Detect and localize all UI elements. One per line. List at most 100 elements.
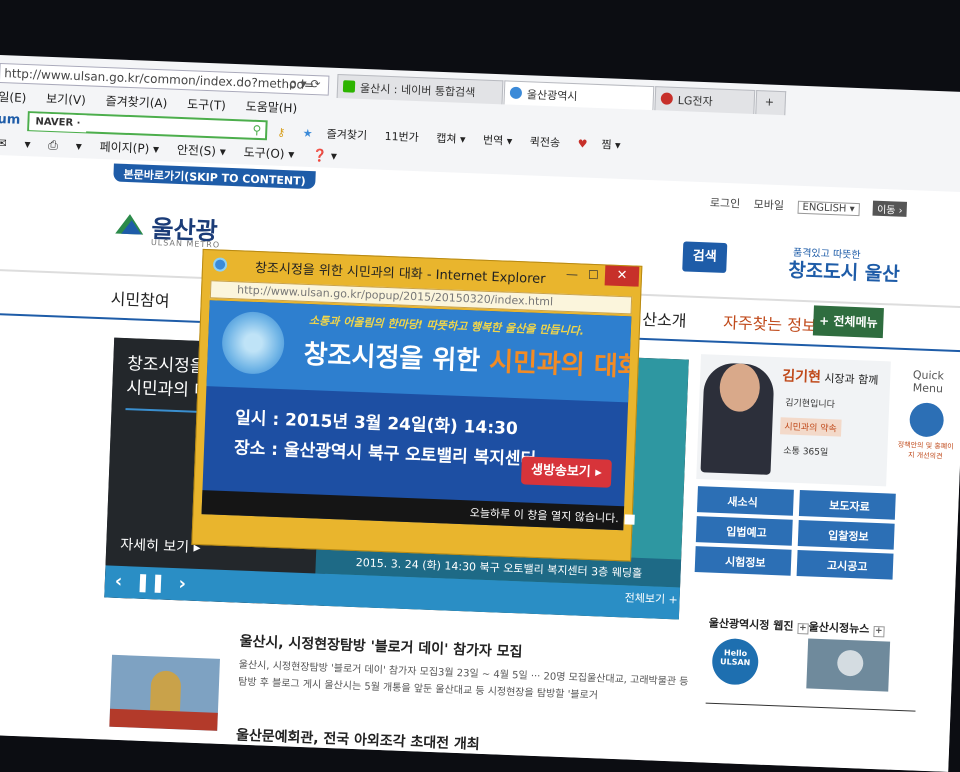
safety-menu[interactable]: 안전(S) ▾ bbox=[177, 143, 226, 159]
right-divider bbox=[705, 702, 916, 712]
language-go-button[interactable]: 이동 › bbox=[872, 200, 907, 217]
tb-11st[interactable]: 11번가 bbox=[384, 130, 419, 144]
mayor-face bbox=[718, 362, 761, 413]
tab-naver[interactable]: 울산시 : 네이버 통합검색 bbox=[336, 73, 504, 105]
tools-menu[interactable]: 도구(O) ▾ bbox=[243, 145, 294, 161]
popup-window[interactable]: 창조시정을 위한 시민과의 대화 - Internet Explorer — ☐… bbox=[191, 248, 643, 562]
search-icon[interactable]: ⚲ bbox=[252, 123, 261, 137]
mail-dropdown[interactable]: ▾ bbox=[24, 137, 31, 151]
megaphone-icon[interactable] bbox=[909, 402, 945, 438]
menu-help[interactable]: 도움말(H) bbox=[245, 99, 297, 115]
dont-show-checkbox[interactable] bbox=[624, 514, 635, 525]
quick-menu-title-2: Menu bbox=[912, 381, 944, 396]
service-bidding[interactable]: 입찰정보 bbox=[797, 520, 895, 550]
print-icon[interactable]: ⎙ bbox=[48, 138, 58, 152]
mayor-link-intro[interactable]: 김기현입니다 bbox=[781, 393, 842, 412]
tb-capture[interactable]: 캡쳐 ▾ bbox=[436, 132, 466, 146]
star-icon: ★ bbox=[302, 126, 313, 141]
service-legislation[interactable]: 입법예고 bbox=[695, 516, 793, 546]
banner-more-link[interactable]: 자세히 보기 ▸ bbox=[120, 534, 201, 557]
naver-favicon-icon bbox=[342, 80, 356, 93]
menu-favorites[interactable]: 즐겨찾기(A) bbox=[105, 94, 167, 110]
live-broadcast-button[interactable]: 생방송보기 ▸ bbox=[520, 456, 612, 488]
page-menu[interactable]: 페이지(P) ▾ bbox=[99, 140, 159, 156]
key-icon[interactable]: ⚷ bbox=[277, 126, 286, 139]
new-tab-button[interactable]: + bbox=[755, 90, 787, 116]
skip-to-content-link[interactable]: 본문바로가기(SKIP TO CONTENT) bbox=[113, 163, 317, 190]
quick-menu[interactable]: Quick Menu 정책안의 및 홍폐이지 개선의견 bbox=[895, 368, 958, 462]
popup-headline-accent: 시민과의 대화 bbox=[488, 347, 632, 383]
ulsan-logo-icon[interactable] bbox=[113, 209, 148, 236]
quick-menu-desc: 정책안의 및 홍폐이지 개선의견 bbox=[897, 440, 954, 461]
popup-place: 장소 : 울산광역시 북구 오토밸리 복지센터 bbox=[233, 438, 537, 470]
webzine-heading: 울산광역시정 웹진 + bbox=[708, 615, 809, 635]
nav-about[interactable]: 산소개 bbox=[642, 306, 687, 332]
monitor-screen: http://www.ulsan.go.kr/common/index.do?m… bbox=[0, 55, 960, 772]
tb-zzim[interactable]: 찜 ▾ bbox=[601, 138, 621, 152]
tb-quicksend[interactable]: 퀵전송 bbox=[530, 135, 561, 149]
news-thumbnail-1[interactable] bbox=[109, 654, 220, 731]
service-notice[interactable]: 고시공고 bbox=[796, 549, 894, 580]
tab-label: 울산광역시 bbox=[526, 88, 578, 104]
nav-frequent[interactable]: 자주찾는 정보 bbox=[723, 309, 817, 337]
webzine-label[interactable]: 울산광역시정 웹진 bbox=[708, 617, 793, 633]
menu-tools[interactable]: 도구(T) bbox=[187, 97, 226, 112]
print-dropdown[interactable]: ▾ bbox=[75, 139, 82, 153]
city-news-label[interactable]: 울산시정뉴스 bbox=[808, 620, 869, 635]
webzine-more-icon[interactable]: + bbox=[797, 623, 809, 635]
minimize-icon[interactable]: — bbox=[566, 267, 579, 281]
menu-edit[interactable]: 일(E) bbox=[0, 90, 27, 105]
tab-lg[interactable]: LG전자 bbox=[654, 86, 756, 114]
mayor-photo bbox=[700, 362, 775, 475]
dont-show-today-label: 오늘하루 이 창을 열지 않습니다. bbox=[469, 506, 619, 526]
news-title-2[interactable]: 울산문예회관, 전국 아외조각 초대전 개최 bbox=[236, 725, 480, 754]
tb-favorites[interactable]: 즐겨찾기 bbox=[326, 128, 367, 143]
city-news-heading: 울산시정뉴스 + bbox=[808, 618, 885, 638]
mayor-link-communication[interactable]: 소통 365일 bbox=[779, 441, 840, 460]
mayor-panel: 김기현 시장과 함께 김기현입니다 시민과의 약속 소통 365일 bbox=[696, 354, 891, 487]
news-thumbnail-2[interactable] bbox=[107, 742, 217, 772]
news-title-1[interactable]: 울산시, 시정현장탐방 '블로거 데이' 참가자 모집 bbox=[239, 631, 523, 662]
banner-prev-icon[interactable]: ‹ bbox=[114, 571, 122, 592]
banner-pause-icon[interactable]: ❚❚ bbox=[135, 572, 166, 594]
close-icon[interactable]: ✕ bbox=[604, 265, 640, 287]
nav-citizen[interactable]: 시민참여 bbox=[110, 285, 170, 311]
banner-all-view[interactable]: 전체보기 + bbox=[624, 589, 678, 607]
toolbar-brand: um bbox=[0, 111, 21, 128]
heart-icon: ♥ bbox=[577, 137, 588, 151]
mayor-link-promise[interactable]: 시민과의 약속 bbox=[780, 417, 842, 437]
lg-favicon-icon bbox=[660, 92, 674, 105]
mail-icon[interactable]: ✉ bbox=[0, 136, 7, 150]
ie-logo-icon bbox=[212, 257, 228, 272]
tb-translate[interactable]: 번역 ▾ bbox=[483, 134, 513, 148]
tab-ulsan[interactable]: 울산광역시 bbox=[503, 80, 655, 111]
login-link[interactable]: 로그인 bbox=[710, 196, 741, 210]
search-button[interactable]: 검색 bbox=[682, 241, 728, 274]
full-menu-button[interactable]: + 전체메뉴 bbox=[812, 305, 884, 339]
naver-label: NAVER · bbox=[29, 113, 87, 133]
help-menu[interactable]: ❓ ▾ bbox=[312, 148, 337, 163]
mayor-links: 김기현입니다 시민과의 약속 소통 365일 bbox=[779, 393, 842, 467]
service-grid: 새소식 보도자료 입법예고 입찰정보 시험정보 고시공고 bbox=[694, 486, 898, 580]
slogan: 창조도시 울산 bbox=[787, 259, 901, 286]
banner-next-icon[interactable]: › bbox=[178, 573, 186, 594]
mayor-heading-name: 김기현 bbox=[781, 368, 822, 386]
address-tab-row: http://www.ulsan.go.kr/common/index.do?m… bbox=[0, 61, 959, 124]
popup-headline-main: 창조시정을 위한 bbox=[303, 339, 490, 377]
site-logo-sub: ULSAN METRO bbox=[150, 237, 221, 250]
ie-favicon-icon bbox=[509, 86, 523, 100]
service-exam[interactable]: 시험정보 bbox=[694, 546, 792, 576]
maximize-icon[interactable]: ☐ bbox=[588, 268, 599, 282]
language-select[interactable]: ENGLISH ▾ bbox=[797, 200, 860, 217]
city-news-more-icon[interactable]: + bbox=[873, 625, 885, 638]
mayor-heading: 김기현 시장과 함께 bbox=[782, 365, 879, 389]
service-news[interactable]: 새소식 bbox=[696, 486, 794, 516]
top-links: 로그인 모바일 ENGLISH ▾ 이동 › bbox=[710, 194, 917, 218]
address-buttons[interactable]: ρ ▾ ⟳ bbox=[289, 76, 321, 91]
mayor-heading-rest: 시장과 함께 bbox=[820, 371, 879, 387]
hello-ulsan-badge[interactable]: Hello ULSAN bbox=[711, 637, 760, 686]
popup-date: 일시 : 2015년 3월 24일(화) 14:30 bbox=[234, 408, 519, 440]
menu-view[interactable]: 보기(V) bbox=[46, 92, 86, 108]
mobile-link[interactable]: 모바일 bbox=[753, 198, 784, 212]
service-press[interactable]: 보도자료 bbox=[798, 490, 896, 520]
